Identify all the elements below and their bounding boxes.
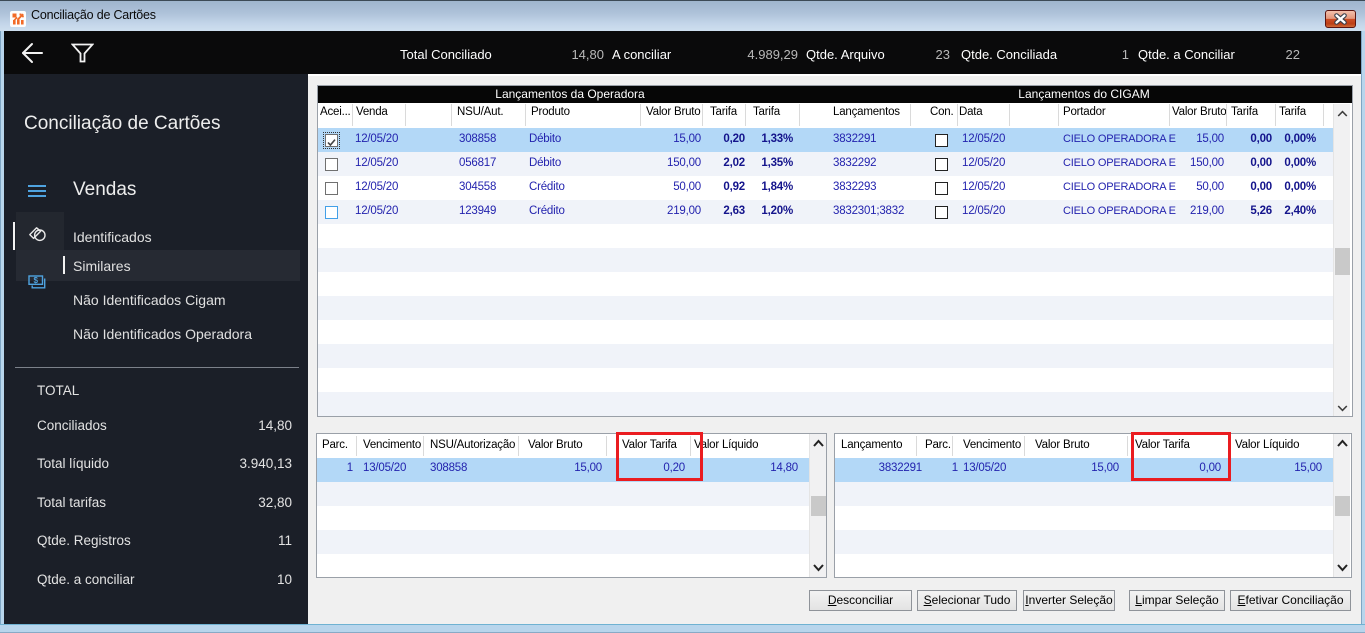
svg-text:$: $ bbox=[33, 276, 38, 285]
